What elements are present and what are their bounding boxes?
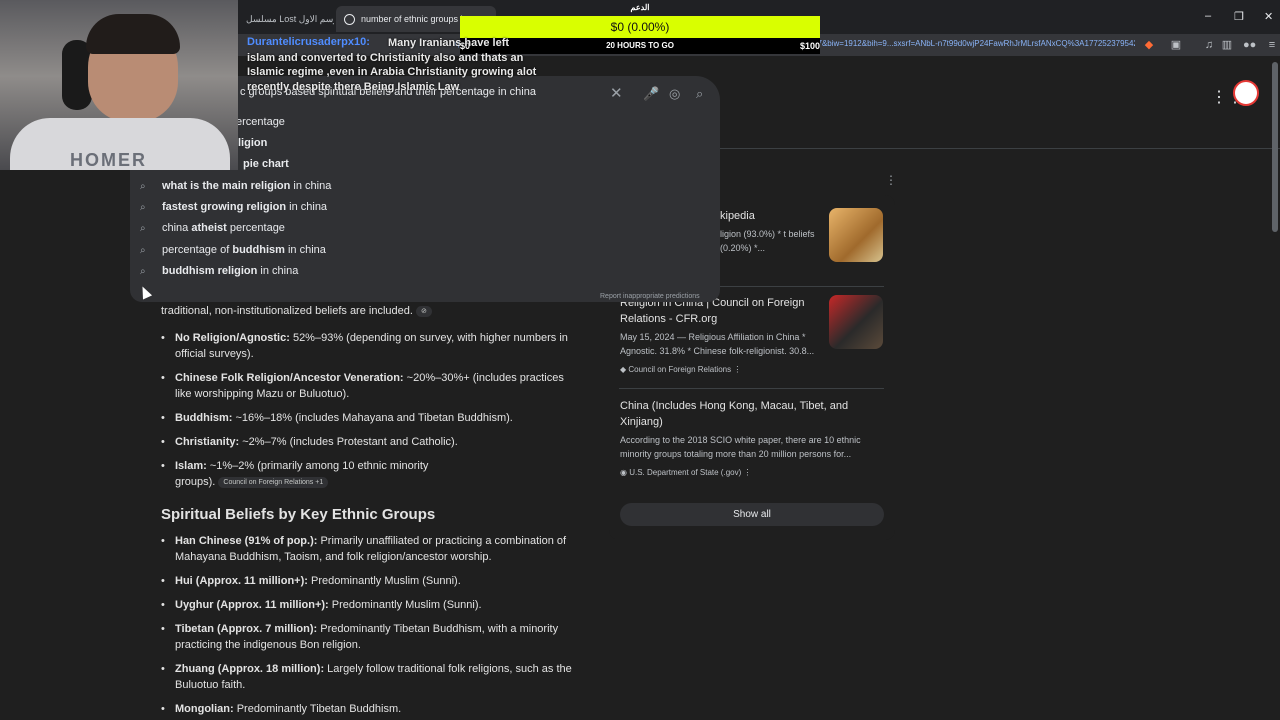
suggestion-item[interactable]: ⌕ fastest growing religion in china bbox=[140, 201, 327, 221]
item-label: No Religion/Agnostic: bbox=[175, 332, 290, 344]
suggestion-bold: what is the main religion bbox=[162, 180, 291, 192]
tab-label: مسلسل Lost الموسم الاول bbox=[246, 14, 334, 24]
suggestion-item[interactable]: pie chart bbox=[243, 158, 289, 178]
suggestion-bold: buddhism religion bbox=[162, 265, 258, 277]
tab-label: number of ethnic groups bas bbox=[361, 14, 476, 24]
suggestion-text: in china bbox=[286, 201, 328, 213]
source-thumbnail[interactable] bbox=[829, 208, 883, 262]
citation-chip[interactable]: Council on Foreign Relations +1 bbox=[218, 476, 329, 488]
search-icon: ⌕ bbox=[140, 223, 146, 234]
item-label: Uyghur (Approx. 11 million+): bbox=[175, 599, 329, 611]
source-title[interactable]: China (Includes Hong Kong, Macau, Tibet,… bbox=[620, 398, 870, 430]
divider bbox=[619, 388, 884, 389]
suggestion-bold: buddhism bbox=[232, 244, 285, 256]
wallet-icon[interactable]: ●● bbox=[1243, 39, 1256, 51]
suggestion-text: china bbox=[162, 222, 192, 234]
suggestion-item[interactable]: ⌕ percentage of buddhism in china bbox=[140, 244, 326, 264]
google-icon bbox=[344, 14, 355, 26]
report-predictions-link[interactable]: Report inappropriate predictions bbox=[600, 293, 700, 300]
item-text: ~16%–18% (includes Mahayana and Tibetan … bbox=[232, 412, 513, 424]
search-icon: ⌕ bbox=[140, 266, 146, 277]
suggestion-text: in china bbox=[284, 244, 326, 256]
goal-status: $0 (0.00%) bbox=[610, 20, 670, 34]
suggestion-bold: atheist bbox=[191, 222, 227, 234]
section-title: Spiritual Beliefs by Key Ethnic Groups bbox=[161, 506, 436, 523]
chat-username: Durantelicrusaderpx10: bbox=[247, 36, 370, 48]
streamer-hair bbox=[86, 14, 180, 54]
more-options-icon[interactable]: ⋮ bbox=[885, 173, 897, 187]
source-snippet: ligion (93.0%) * t beliefs (0.20%) *... bbox=[720, 229, 815, 253]
shirt-print: HOMER bbox=[70, 150, 147, 170]
microphone-icon[interactable]: 🎤 bbox=[643, 86, 659, 102]
item-label: Chinese Folk Religion/Ancestor Veneratio… bbox=[175, 372, 404, 384]
item-label: Christianity: bbox=[175, 436, 240, 448]
goal-max: $100 bbox=[800, 41, 821, 51]
suggestion-bold: ligion bbox=[238, 137, 268, 149]
item-text: Predominantly Muslim (Sunni). bbox=[328, 599, 482, 611]
item-label: Zhuang (Approx. 18 million): bbox=[175, 663, 325, 675]
suggestion-text: percentage of bbox=[162, 244, 233, 256]
item-label: Buddhism: bbox=[175, 412, 233, 424]
sidebar-icon[interactable]: ▥ bbox=[1221, 39, 1233, 51]
suggestion-item[interactable]: ⌕ what is the main religion in china bbox=[140, 180, 331, 200]
clear-search-icon[interactable]: ✕ bbox=[610, 84, 623, 102]
overview-intro: traditional, non-institutionalized belie… bbox=[161, 303, 432, 319]
source-snippet: May 15, 2024 — Religious Affiliation in … bbox=[620, 332, 815, 356]
source-site[interactable]: ◉ U.S. Department of State (.gov) ⋮ bbox=[620, 468, 751, 477]
extension-icon[interactable]: ▣ bbox=[1170, 39, 1182, 51]
source-title[interactable]: kipedia bbox=[720, 208, 820, 224]
camera-search-icon[interactable]: ◎ bbox=[669, 86, 680, 102]
item-label: Hui (Approx. 11 million+): bbox=[175, 575, 308, 587]
minimize-button[interactable]: – bbox=[1205, 10, 1211, 22]
item-label: Mongolian: bbox=[175, 703, 234, 715]
suggestion-text: in china bbox=[290, 180, 332, 192]
search-icon: ⌕ bbox=[140, 202, 146, 213]
item-label: Han Chinese (91% of pop.): bbox=[175, 535, 318, 547]
webcam-overlay: HOMER bbox=[0, 0, 238, 170]
menu-icon[interactable]: ≡ bbox=[1266, 39, 1278, 51]
maximize-button[interactable]: ❐ bbox=[1234, 10, 1244, 23]
item-label: Islam: bbox=[175, 460, 207, 472]
suggestion-text: in china bbox=[257, 265, 299, 277]
suggestion-bold: pie chart bbox=[243, 158, 289, 170]
brave-shield-icon[interactable]: ◆ bbox=[1143, 39, 1155, 51]
suggestion-item[interactable]: ⌕ buddhism religion in china bbox=[140, 265, 298, 285]
suggestion-item[interactable]: ligion bbox=[238, 137, 267, 157]
suggestion-bold: fastest growing religion bbox=[162, 201, 287, 213]
suggestion-item[interactable]: ⌕ china atheist percentage bbox=[140, 222, 285, 242]
suggestion-item[interactable]: ercentage bbox=[236, 116, 285, 136]
item-text: Predominantly Muslim (Sunni). bbox=[307, 575, 461, 587]
source-snippet: According to the 2018 SCIO white paper, … bbox=[620, 435, 861, 459]
link-icon[interactable]: ⊘ bbox=[416, 305, 432, 317]
source-site[interactable]: ◆ Council on Foreign Relations ⋮ bbox=[620, 365, 741, 374]
suggestion-text: ercentage bbox=[236, 116, 285, 128]
suggestion-text: percentage bbox=[226, 222, 285, 234]
goal-title: الدعم bbox=[630, 3, 650, 12]
show-all-button[interactable]: Show all bbox=[620, 503, 884, 526]
search-icon: ⌕ bbox=[140, 181, 146, 192]
search-icon: ⌕ bbox=[140, 245, 146, 256]
avatar[interactable] bbox=[1233, 80, 1259, 106]
search-icon[interactable]: ⌕ bbox=[696, 86, 703, 102]
item-text: ~2%–7% (includes Protestant and Catholic… bbox=[239, 436, 458, 448]
item-label: Tibetan (Approx. 7 million): bbox=[175, 623, 318, 635]
source-site-label: U.S. Department of State (.gov) bbox=[629, 468, 742, 477]
item-text: Predominantly Tibetan Buddhism. bbox=[233, 703, 402, 715]
source-site-label: Council on Foreign Relations bbox=[628, 365, 732, 374]
source-thumbnail[interactable] bbox=[829, 295, 883, 349]
close-window-button[interactable]: ✕ bbox=[1264, 10, 1273, 23]
music-icon[interactable]: ♫ bbox=[1203, 39, 1215, 51]
scrollbar[interactable] bbox=[1272, 62, 1278, 232]
overview-intro-text: traditional, non-institutionalized belie… bbox=[161, 305, 413, 317]
tab-lost[interactable]: مسلسل Lost الموسم الاول bbox=[238, 6, 334, 32]
